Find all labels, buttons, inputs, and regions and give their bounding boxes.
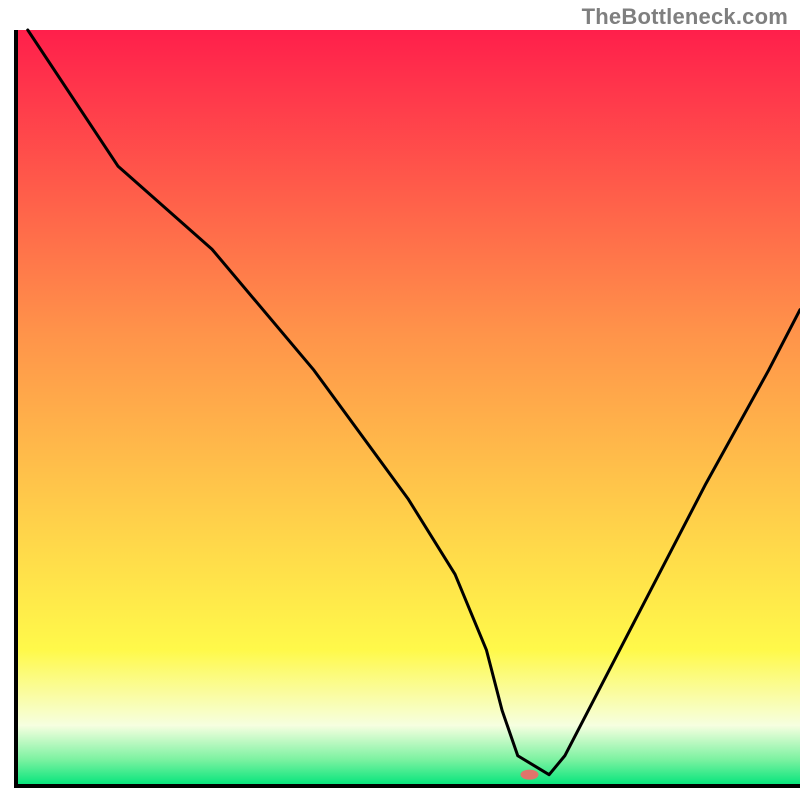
watermark-label: TheBottleneck.com xyxy=(582,4,788,30)
bottleneck-chart xyxy=(0,0,800,800)
chart-stage: TheBottleneck.com xyxy=(0,0,800,800)
optimal-marker xyxy=(521,770,539,780)
gradient-background xyxy=(16,30,800,786)
